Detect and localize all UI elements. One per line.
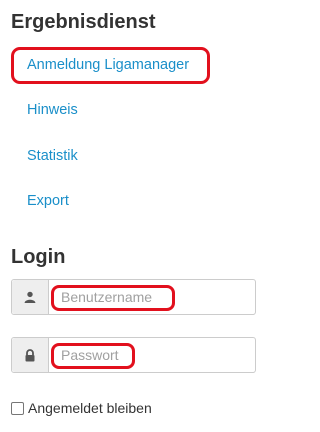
user-icon [12, 280, 49, 314]
username-input-group [11, 279, 256, 315]
remember-me-label: Angemeldet bleiben [28, 400, 152, 416]
login-section-title: Login [11, 246, 66, 268]
link-statistik[interactable]: Statistik [27, 149, 78, 164]
remember-me-option[interactable]: Angemeldet bleiben [11, 400, 152, 416]
link-export[interactable]: Export [27, 194, 69, 209]
link-anmeldung-ligamanager[interactable]: Anmeldung Ligamanager [27, 58, 189, 73]
password-input[interactable] [49, 338, 255, 372]
password-input-group [11, 337, 256, 373]
remember-me-checkbox[interactable] [11, 402, 24, 415]
results-section-title: Ergebnisdienst [11, 11, 156, 33]
lock-icon [12, 338, 49, 372]
link-hinweis[interactable]: Hinweis [27, 103, 78, 118]
username-input[interactable] [49, 280, 255, 314]
